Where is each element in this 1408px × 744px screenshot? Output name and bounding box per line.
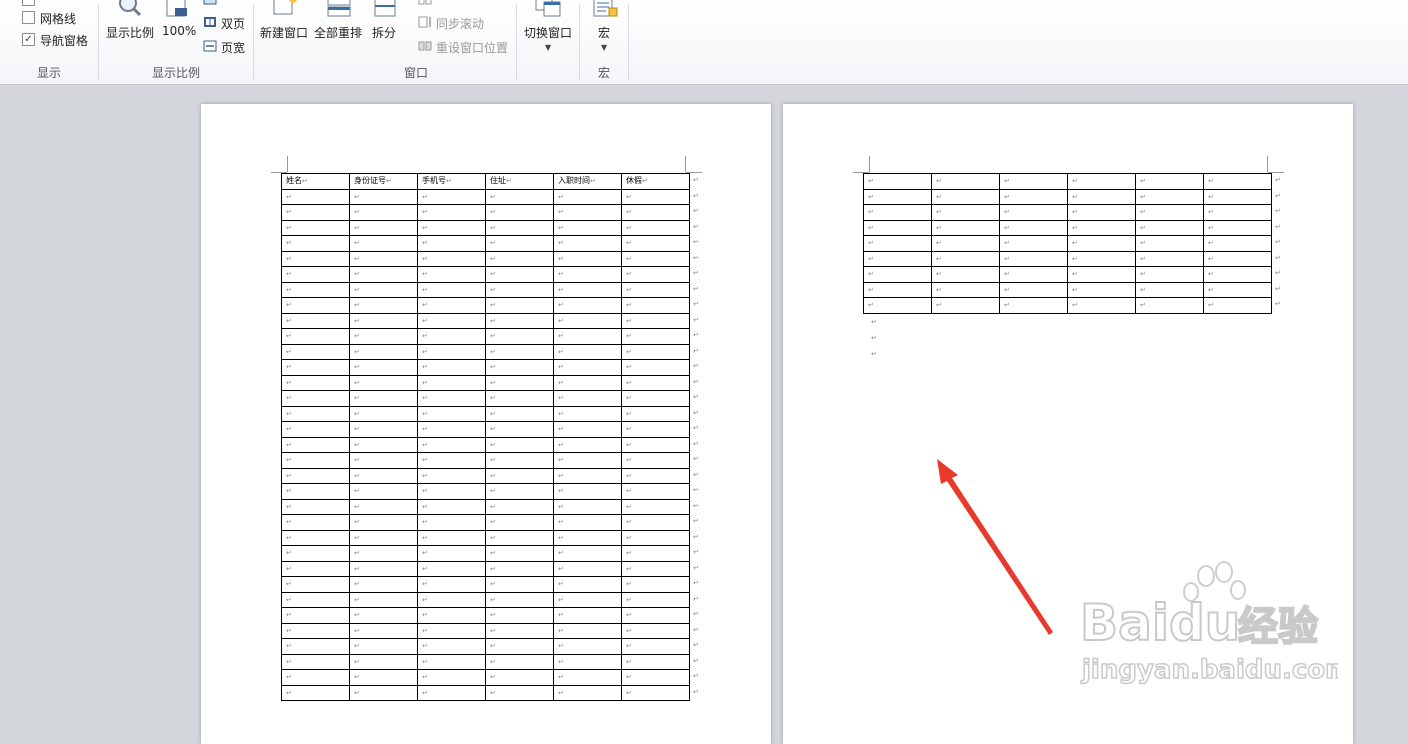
watermark-suffix: 经验 [1238, 604, 1318, 650]
baidu-watermark: Baidu 经验 jingyan.baidu.com [1079, 561, 1338, 686]
watermark-url: jingyan.baidu.com [1081, 655, 1338, 685]
watermark-brand: Baidu [1080, 594, 1240, 652]
